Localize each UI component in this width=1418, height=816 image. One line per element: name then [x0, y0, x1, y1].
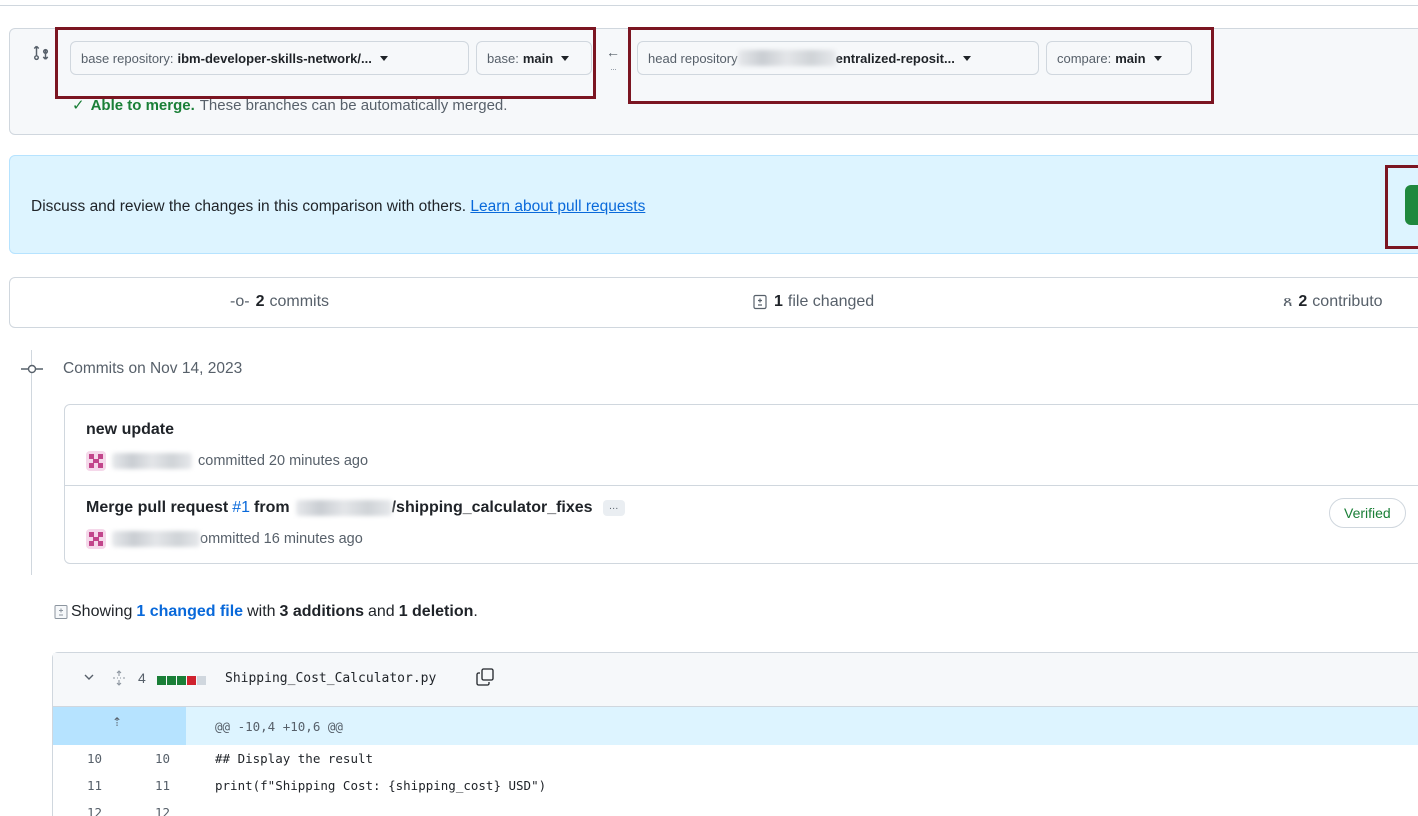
hunk-header-text: @@ -10,4 +10,6 @@: [215, 719, 343, 734]
commits-date-heading: Commits on Nov 14, 2023: [63, 360, 243, 377]
diffstat: [157, 676, 206, 685]
new-line-number[interactable]: 11: [155, 778, 170, 793]
new-line-number[interactable]: 10: [155, 751, 170, 766]
files-changed-tab[interactable]: 1 file changed: [752, 293, 874, 311]
git-commit-icon: [21, 364, 43, 374]
commits-tab[interactable]: -o- 2 commits: [230, 293, 329, 311]
divider: [65, 485, 1418, 486]
annotation-highlight-head: [628, 27, 1214, 104]
expand-up-icon[interactable]: ⇡: [112, 715, 122, 729]
old-line-number[interactable]: 11: [87, 778, 102, 793]
comparison-summary: [9, 277, 1418, 328]
commit-meta: committed 20 minutes ago: [86, 451, 368, 471]
arrow-left-icon: ←: [606, 44, 620, 60]
diffstat-block: [177, 676, 186, 685]
avatar: [86, 451, 106, 471]
dots-icon: ···: [610, 64, 617, 74]
banner-text: Discuss and review the changes in this c…: [31, 198, 646, 215]
copy-icon[interactable]: [475, 667, 495, 687]
diffstat-block: [197, 676, 206, 685]
commit-meta: ommitted 16 minutes ago: [86, 529, 363, 549]
contributors-tab[interactable]: ጸ 2 contributo: [1283, 293, 1383, 311]
commit-title-link[interactable]: Merge pull request #1 from /shipping_cal…: [86, 499, 625, 517]
verified-badge[interactable]: Verified: [1329, 498, 1406, 528]
diffstat-block: [157, 676, 166, 685]
merge-status: ✓ Able to merge. These branches can be a…: [72, 96, 508, 115]
git-compare-icon: [33, 45, 49, 61]
redacted-username: [295, 500, 392, 516]
diffstat-block: [187, 676, 196, 685]
expand-all-icon[interactable]: [112, 670, 126, 686]
top-divider: [0, 5, 1418, 6]
old-line-number[interactable]: 12: [87, 805, 102, 816]
file-name-link[interactable]: Shipping_Cost_Calculator.py: [225, 671, 436, 686]
change-count: 4: [138, 670, 146, 686]
code-line: print(f"Shipping Cost: {shipping_cost} U…: [215, 778, 547, 793]
redacted-username: [112, 453, 192, 469]
commit-title-link[interactable]: new update: [86, 421, 174, 439]
learn-pull-requests-link[interactable]: Learn about pull requests: [470, 198, 645, 215]
old-line-number[interactable]: 10: [87, 751, 102, 766]
code-line: ## Display the result: [215, 751, 374, 766]
annotation-highlight-base: [55, 27, 596, 99]
expand-message-button[interactable]: …: [602, 500, 625, 516]
new-line-number[interactable]: 12: [155, 805, 170, 816]
check-icon: ✓: [72, 97, 85, 114]
avatar: [86, 529, 106, 549]
collapse-chevron-icon[interactable]: [82, 670, 96, 684]
changes-summary: Showing 1 changed file with 3 additions …: [53, 603, 478, 621]
changed-files-link[interactable]: 1 changed file: [136, 603, 243, 621]
people-icon: ጸ: [1283, 293, 1293, 310]
file-diff-icon: [54, 605, 68, 619]
annotation-highlight-button: [1385, 165, 1418, 249]
git-commit-icon: -o-: [230, 293, 250, 310]
diffstat-block: [167, 676, 176, 685]
redacted-username: [112, 531, 200, 547]
timeline-line: [31, 350, 32, 575]
file-diff-icon: [753, 294, 767, 310]
pr-link[interactable]: #1: [232, 499, 250, 517]
